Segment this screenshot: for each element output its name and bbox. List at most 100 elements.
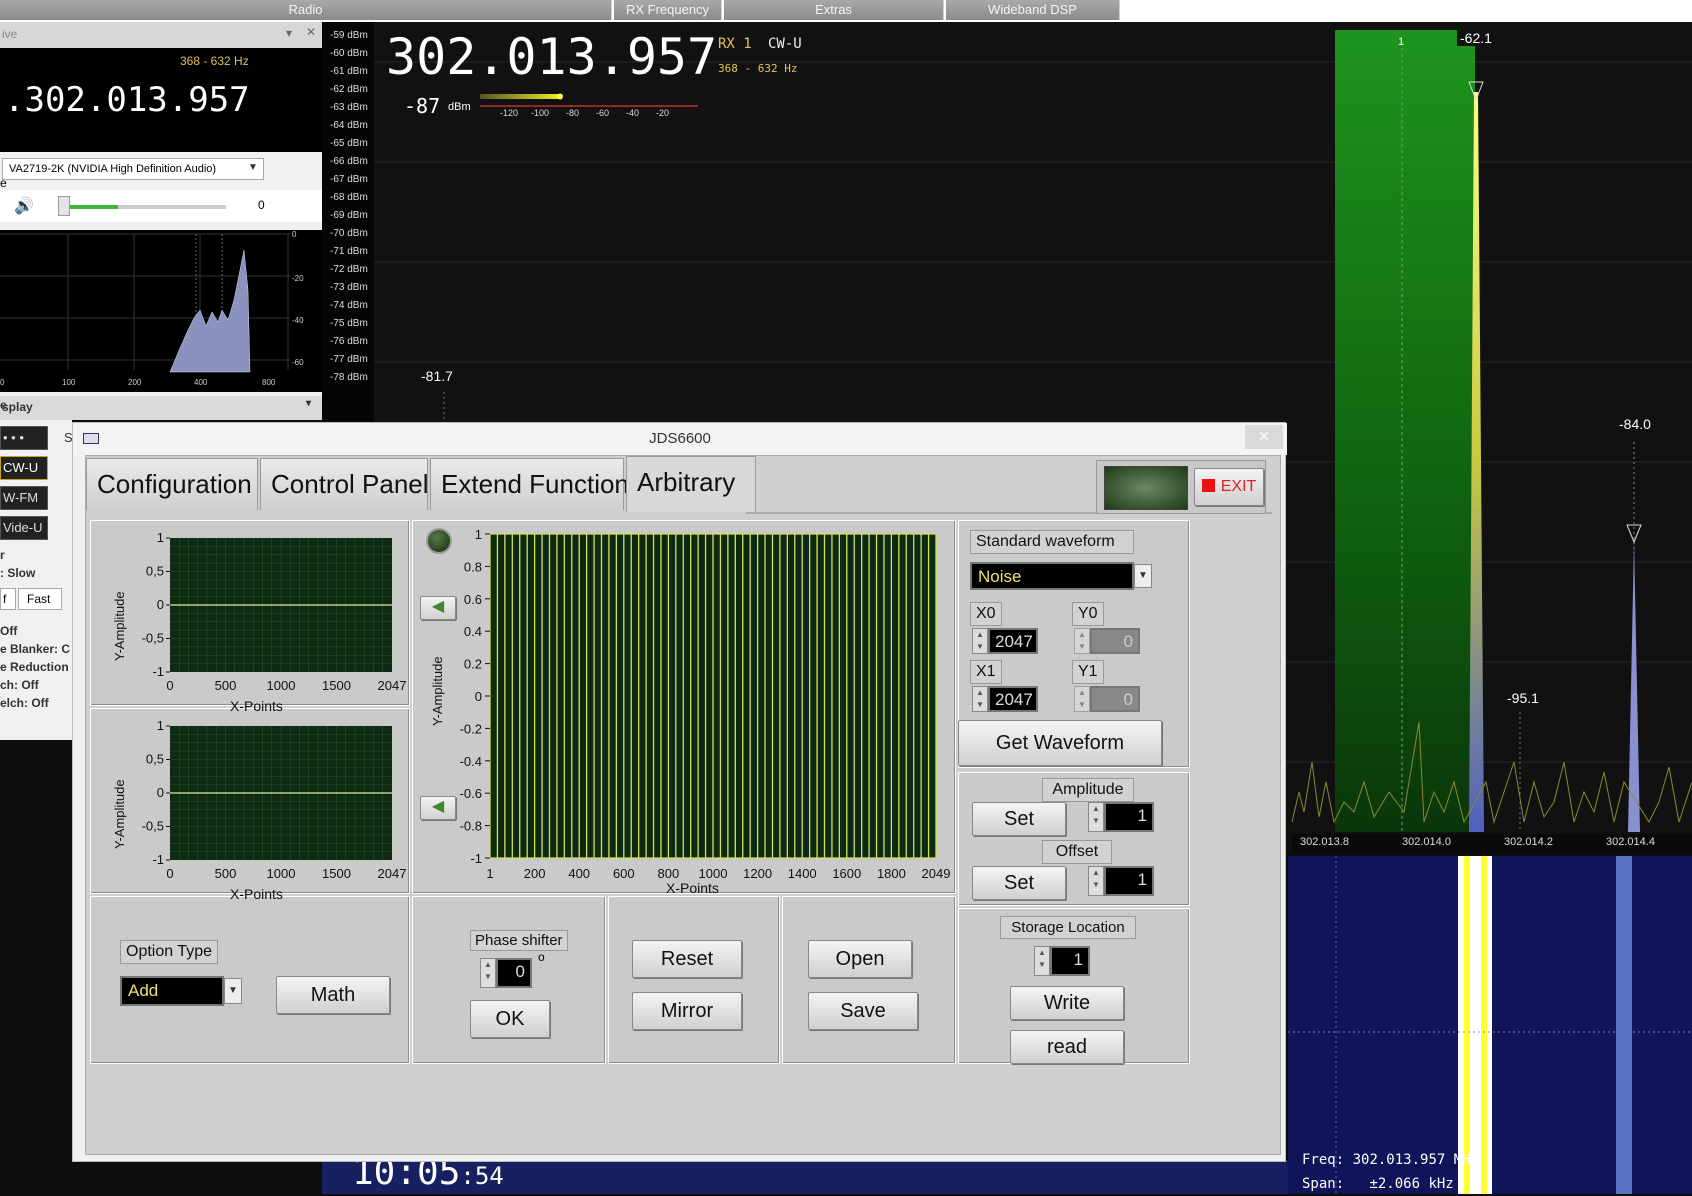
dbm-tick: -73 dBm: [330, 282, 368, 293]
channel-label: 1: [1398, 36, 1405, 48]
math-button[interactable]: Math: [276, 976, 390, 1014]
storage-spinner[interactable]: ▲ ▼: [1034, 946, 1050, 976]
y0-spinner[interactable]: ▲ ▼: [1074, 628, 1090, 654]
audio-device-select[interactable]: VA2719-2K (NVIDIA High Definition Audio): [2, 158, 264, 180]
rx-filter-range: 368 - 632 Hz: [718, 62, 798, 75]
y-tick-label: 0.4: [464, 624, 482, 639]
chevron-down-icon[interactable]: ▼: [224, 978, 242, 1004]
option-type-label: Option Type: [120, 940, 218, 964]
mode-cw-u-button[interactable]: CW-U: [0, 456, 48, 480]
status-text: e Reduction: [0, 660, 69, 674]
phase-spinner[interactable]: ▲ ▼: [480, 958, 496, 988]
x0-label: X0: [970, 602, 1002, 626]
y-tick-label: 0.6: [464, 592, 482, 607]
side-button-column: • • • S CW-U W-FM Vide-U r : Slow f Fast…: [0, 420, 73, 740]
y-tick-label: 1: [475, 527, 482, 542]
dbm-tick: -60 dBm: [330, 48, 368, 59]
y1-field[interactable]: 0: [1090, 686, 1140, 712]
offset-label: Offset: [1042, 840, 1112, 864]
y0-field[interactable]: 0: [1090, 628, 1140, 654]
tab-wideband-dsp[interactable]: Wideband DSP: [946, 0, 1120, 20]
chevron-down-icon[interactable]: ▾: [306, 398, 311, 409]
exit-button[interactable]: EXIT: [1194, 468, 1264, 506]
spec-x-tick: 800: [262, 378, 276, 387]
y-axis-label: Y-Amplitude: [430, 656, 445, 726]
tab-rx-frequency[interactable]: RX Frequency: [614, 0, 722, 20]
x-tick-label: 1500: [322, 678, 351, 693]
waterfall[interactable]: [1288, 856, 1692, 1194]
x-axis-label: X-Points: [230, 698, 283, 714]
y-tick-label: -1: [152, 852, 164, 867]
x-tick-label: 0: [166, 678, 173, 693]
tab-extend-function[interactable]: Extend Function: [430, 458, 629, 510]
open-button[interactable]: Open: [808, 940, 912, 978]
display-section-header[interactable]: splay ▾: [0, 396, 322, 420]
x-tick-label: 1800: [877, 866, 906, 881]
speaker-icon[interactable]: 🔊: [14, 196, 34, 216]
label-e: e: [0, 176, 7, 190]
y-tick-label: 0: [475, 689, 482, 704]
read-button[interactable]: read: [1010, 1030, 1124, 1064]
option-type-select[interactable]: Add: [120, 976, 224, 1006]
smeter-tick: -80: [566, 108, 580, 118]
freq-label: Freq:: [1302, 1152, 1345, 1168]
left-frequency[interactable]: .302.013.957: [4, 80, 250, 120]
freq-tick: 302.014.0: [1402, 836, 1451, 848]
ok-button[interactable]: OK: [470, 1000, 550, 1038]
standard-waveform-select[interactable]: Noise: [970, 562, 1134, 590]
smeter-tick: -120: [500, 108, 519, 118]
y-tick-label: 1: [157, 718, 164, 733]
rx-frequency-display[interactable]: 302.013.957: [386, 28, 717, 86]
reset-button[interactable]: Reset: [632, 940, 742, 978]
tab-configuration[interactable]: Configuration: [86, 458, 258, 510]
storage-field[interactable]: 1: [1050, 946, 1090, 976]
y-tick-label: -1: [470, 851, 482, 866]
x1-field[interactable]: 2047: [988, 686, 1038, 712]
amplitude-spinner[interactable]: ▲ ▼: [1088, 802, 1104, 832]
dbm-tick: -63 dBm: [330, 102, 368, 113]
chevron-down-icon[interactable]: ▼: [1134, 564, 1152, 588]
dbm-tick: -69 dBm: [330, 210, 368, 221]
mirror-button[interactable]: Mirror: [632, 992, 742, 1030]
dbm-tick: -78 dBm: [330, 372, 368, 383]
offset-field[interactable]: 1: [1104, 866, 1154, 896]
amplitude-field[interactable]: 1: [1104, 802, 1154, 832]
tab-control-panel[interactable]: Control Panel: [260, 458, 429, 510]
get-waveform-button[interactable]: Get Waveform: [958, 720, 1162, 766]
close-icon[interactable]: ✕: [306, 25, 316, 39]
x1-label: X1: [970, 660, 1002, 684]
speed-button[interactable]: f: [0, 588, 16, 610]
write-button[interactable]: Write: [1010, 986, 1124, 1020]
dbm-tick: -71 dBm: [330, 246, 368, 257]
save-button[interactable]: Save: [808, 992, 918, 1030]
chevron-down-icon[interactable]: ▼: [248, 162, 258, 173]
speed-fast-button[interactable]: Fast: [18, 588, 62, 610]
offset-set-button[interactable]: Set: [972, 866, 1066, 900]
arbitrary-waveform-chart[interactable]: 1 0.8 0.6 0.4 0.2 0 -0.2 -0.4 -0.6 -0.8 -1 1 200 400 6…: [448, 527, 951, 888]
chevron-down-icon[interactable]: ▾: [286, 26, 292, 40]
tab-extras[interactable]: Extras: [724, 0, 944, 20]
close-button[interactable]: ×: [1245, 425, 1283, 449]
x0-spinner[interactable]: ▲ ▼: [972, 628, 988, 654]
mode-wide-u-button[interactable]: Vide-U: [0, 516, 48, 540]
spec-x-tick: 200: [128, 378, 142, 387]
waterfall-info: Freq: 302.013.957 MHz Span: ±2.066 kHz: [1302, 1148, 1479, 1196]
tab-radio[interactable]: Radio: [0, 0, 612, 20]
volume-slider-handle[interactable]: [58, 196, 70, 216]
smeter-tick: -20: [656, 108, 670, 118]
x0-field[interactable]: 2047: [988, 628, 1038, 654]
phase-field[interactable]: 0: [496, 958, 532, 988]
x1-spinner[interactable]: ▲ ▼: [972, 686, 988, 712]
x-axis-label: X-Points: [666, 880, 719, 896]
span-label: Span:: [1302, 1176, 1345, 1192]
more-button[interactable]: • • •: [0, 426, 48, 450]
mode-w-fm-button[interactable]: W-FM: [0, 486, 48, 510]
y1-spinner[interactable]: ▲ ▼: [1074, 686, 1090, 712]
x-tick-label: 1600: [832, 866, 861, 881]
amplitude-set-button[interactable]: Set: [972, 802, 1066, 836]
x-tick-label: 1000: [267, 866, 296, 881]
tab-arbitrary[interactable]: Arbitrary: [626, 456, 756, 512]
offset-spinner[interactable]: ▲ ▼: [1088, 866, 1104, 896]
freq-tick: 302.014.2: [1504, 836, 1553, 848]
y0-label: Y0: [1072, 602, 1104, 626]
